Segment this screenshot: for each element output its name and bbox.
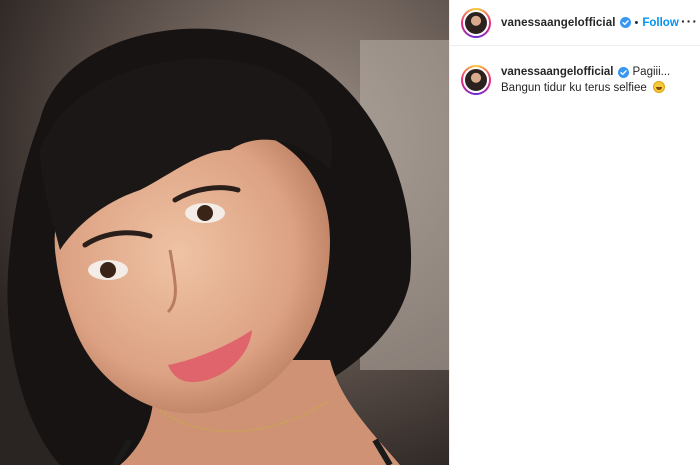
separator-dot: • [634, 16, 639, 29]
laughing-emoji-icon [652, 81, 665, 93]
follow-button[interactable]: Follow [642, 17, 678, 29]
selfie-image [0, 0, 449, 465]
verified-badge-icon [619, 17, 631, 28]
caption-line1: Pagiii... [632, 66, 671, 78]
avatar[interactable] [461, 7, 491, 38]
caption-username-link[interactable]: vanessaangelofficial [501, 64, 614, 80]
verified-badge-icon [617, 66, 629, 78]
caption: vanessaangelofficial Pagiii... Bangun ti… [450, 46, 700, 96]
caption-avatar[interactable] [461, 65, 491, 95]
post-header: vanessaangelofficial • Follow ··· [450, 0, 700, 46]
more-options-icon[interactable]: ··· [681, 13, 698, 29]
caption-line2: Bangun tidur ku terus selfiee [501, 82, 647, 94]
post-sidebar: vanessaangelofficial • Follow ··· vaness… [449, 0, 700, 465]
caption-text: vanessaangelofficial Pagiii... Bangun ti… [501, 64, 670, 96]
username-link[interactable]: vanessaangelofficial [501, 17, 616, 29]
post-photo[interactable] [0, 0, 449, 465]
